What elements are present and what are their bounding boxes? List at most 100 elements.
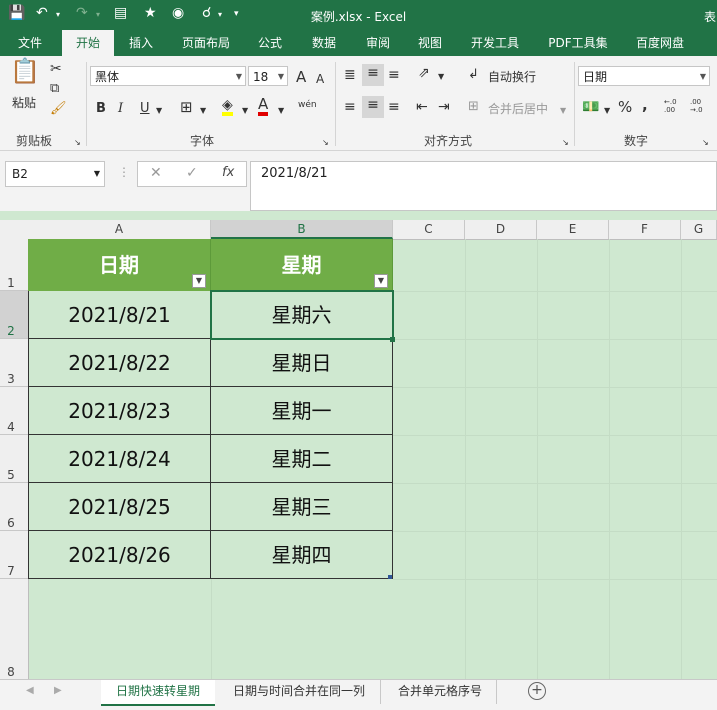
add-sheet-icon[interactable]: + <box>528 682 546 700</box>
clipboard-launcher-icon[interactable]: ↘ <box>74 134 81 152</box>
font-color-dropdown-icon[interactable]: ▼ <box>278 102 284 120</box>
borders-dropdown-icon[interactable]: ▼ <box>200 102 206 120</box>
filter-dropdown-icon[interactable]: ▼ <box>374 274 388 288</box>
paste-button[interactable]: 粘贴 <box>12 94 36 112</box>
row-header[interactable]: 4 <box>0 387 28 435</box>
row-header[interactable]: 7 <box>0 531 28 579</box>
table-cell[interactable]: 2021/8/21 <box>28 291 211 339</box>
fill-handle[interactable] <box>390 337 395 342</box>
tab-pdf-tools[interactable]: PDF工具集 <box>540 30 616 56</box>
name-box[interactable]: B2 ▼ <box>5 161 105 187</box>
tab-insert[interactable]: 插入 <box>118 30 164 56</box>
wrap-text-button[interactable]: 自动换行 <box>488 68 536 86</box>
font-size-value: 18 <box>253 70 269 84</box>
tab-data[interactable]: 数据 <box>302 30 346 56</box>
tab-page-layout[interactable]: 页面布局 <box>172 30 240 56</box>
table-cell[interactable]: 星期六 <box>211 291 393 339</box>
table-cell[interactable]: 星期一 <box>211 387 393 435</box>
table-cell[interactable]: 星期三 <box>211 483 393 531</box>
table-header-cell[interactable]: 日期 ▼ <box>28 239 211 291</box>
tab-file[interactable]: 文件 <box>8 30 52 56</box>
column-header[interactable]: E <box>537 220 609 239</box>
tab-formulas[interactable]: 公式 <box>248 30 292 56</box>
row-header[interactable]: 8 <box>0 579 28 679</box>
underline-button[interactable]: U <box>140 100 150 118</box>
row-header[interactable]: 5 <box>0 435 28 483</box>
align-right-icon[interactable]: ≡ <box>388 98 400 116</box>
number-launcher-icon[interactable]: ↘ <box>702 134 709 152</box>
column-header[interactable]: C <box>393 220 465 239</box>
percent-button[interactable]: % <box>618 98 632 116</box>
italic-button[interactable]: I <box>118 100 123 118</box>
sheet-tab-bar: ◀ ▶ 日期快速转星期 日期与时间合并在同一列 合并单元格序号 + <box>0 679 717 710</box>
fill-color-dropdown-icon[interactable]: ▼ <box>242 102 248 120</box>
comma-button[interactable]: , <box>642 96 648 114</box>
align-middle-icon[interactable]: ≡ <box>362 64 384 86</box>
font-color-icon[interactable]: A <box>258 96 269 116</box>
align-top-icon[interactable]: ≣ <box>344 66 356 84</box>
decrease-decimal-button[interactable]: .00 →.0 <box>690 98 714 114</box>
sheet-tab-active[interactable]: 日期快速转星期 <box>101 680 215 706</box>
column-header[interactable]: B <box>211 220 393 239</box>
table-cell[interactable]: 2021/8/24 <box>28 435 211 483</box>
tab-baidu-netdisk[interactable]: 百度网盘 <box>626 30 694 56</box>
copy-icon[interactable]: ⧉ <box>50 80 59 98</box>
column-header[interactable]: D <box>465 220 537 239</box>
table-cell[interactable]: 2021/8/23 <box>28 387 211 435</box>
filter-dropdown-icon[interactable]: ▼ <box>192 274 206 288</box>
row-header[interactable]: 1 <box>0 239 28 291</box>
table-resize-handle[interactable] <box>388 575 392 579</box>
column-header[interactable]: A <box>28 220 211 239</box>
scroll-right-icon[interactable]: ▶ <box>54 685 62 696</box>
accounting-dropdown-icon[interactable]: ▼ <box>604 102 610 120</box>
table-cell[interactable]: 星期日 <box>211 339 393 387</box>
grow-font-icon[interactable]: A <box>296 68 306 86</box>
align-center-icon[interactable]: ≡ <box>362 96 384 118</box>
sheet-tab[interactable]: 日期与时间合并在同一列 <box>218 680 381 704</box>
align-bottom-icon[interactable]: ≡ <box>388 66 400 84</box>
borders-icon[interactable]: ⊞ <box>180 98 193 116</box>
orientation-icon[interactable]: ⇗ <box>418 64 430 82</box>
shrink-font-icon[interactable]: A <box>316 70 324 88</box>
sheet-tab[interactable]: 合并单元格序号 <box>384 680 497 704</box>
decrease-indent-icon[interactable]: ⇤ <box>416 98 428 116</box>
row-header[interactable]: 2 <box>0 291 28 339</box>
title-right-text: 表 <box>704 10 717 24</box>
underline-dropdown-icon[interactable]: ▼ <box>156 102 162 120</box>
format-painter-icon[interactable]: 🖌 <box>50 100 67 118</box>
column-header[interactable]: F <box>609 220 681 239</box>
tab-developer[interactable]: 开发工具 <box>462 30 528 56</box>
tab-review[interactable]: 审阅 <box>356 30 400 56</box>
increase-indent-icon[interactable]: ⇥ <box>438 98 450 116</box>
font-launcher-icon[interactable]: ↘ <box>322 134 329 152</box>
bold-button[interactable]: B <box>96 100 106 118</box>
wrap-text-icon[interactable]: ↲ <box>468 66 479 84</box>
phonetic-icon[interactable]: wén <box>298 96 317 114</box>
alignment-launcher-icon[interactable]: ↘ <box>562 134 569 152</box>
fill-color-icon[interactable]: ◈ <box>222 98 233 116</box>
table-cell[interactable]: 2021/8/26 <box>28 531 211 579</box>
table-cell[interactable]: 2021/8/22 <box>28 339 211 387</box>
row-header[interactable]: 3 <box>0 339 28 387</box>
font-size-box[interactable]: 18 ▼ <box>248 66 288 86</box>
table-cell[interactable]: 2021/8/25 <box>28 483 211 531</box>
table-header-cell[interactable]: 星期 ▼ <box>211 239 393 291</box>
tab-view[interactable]: 视图 <box>408 30 452 56</box>
scroll-left-icon[interactable]: ◀ <box>26 685 34 696</box>
formula-input[interactable]: 2021/8/21 <box>250 161 717 211</box>
number-format-box[interactable]: 日期 ▼ <box>578 66 710 86</box>
accounting-format-icon[interactable]: 💵 <box>582 98 599 116</box>
column-header[interactable]: G <box>681 220 717 239</box>
align-left-icon[interactable]: ≡ <box>344 98 356 116</box>
insert-function-icon[interactable]: fx <box>222 165 234 180</box>
table-cell[interactable]: 星期四 <box>211 531 393 579</box>
increase-decimal-button[interactable]: ←.0 .00 <box>664 98 686 114</box>
row-header[interactable]: 6 <box>0 483 28 531</box>
cut-icon[interactable]: ✂ <box>50 60 62 78</box>
paste-icon[interactable]: 📋 <box>10 59 40 92</box>
title-bar: 💾 ↶ ▾ ↷ ▾ ▤ ★ ◉ ☌ ▾ ▾ 案例.xlsx - Excel 表 <box>0 0 717 30</box>
font-name-box[interactable]: 黑体 ▼ <box>90 66 246 86</box>
orientation-dropdown-icon[interactable]: ▼ <box>438 68 444 86</box>
tab-home[interactable]: 开始 <box>62 30 114 56</box>
table-cell[interactable]: 星期二 <box>211 435 393 483</box>
